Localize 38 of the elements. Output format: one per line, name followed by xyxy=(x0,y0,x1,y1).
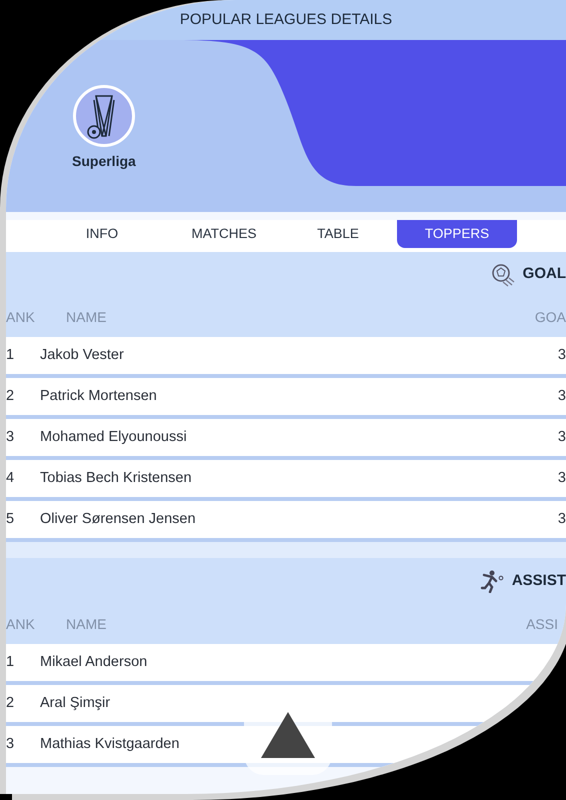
column-header: ANK xyxy=(6,308,36,326)
column-header: ANK xyxy=(6,614,36,634)
rank-cell-text: 3 xyxy=(6,734,16,754)
column-header: GOA xyxy=(534,308,566,326)
ball-icon xyxy=(490,262,515,286)
column-header: NAME xyxy=(66,614,108,634)
rank-cell-text: 1 xyxy=(6,346,16,365)
section-title: GOAL xyxy=(522,264,566,284)
section-title: ASSIST xyxy=(512,570,566,591)
triangle-icon xyxy=(259,710,317,760)
player-name: Mohamed Elyounoussi xyxy=(40,428,188,447)
goals-count: 3 xyxy=(558,346,566,365)
player-name: Oliver Sørensen Jensen xyxy=(40,510,197,529)
column-header: NAME xyxy=(66,308,108,326)
tab[interactable]: TOPPERS xyxy=(397,220,517,248)
goals-count: 3 xyxy=(558,468,566,488)
rank-cell-text: 3 xyxy=(6,428,16,447)
tab[interactable]: MATCHES xyxy=(174,220,274,248)
goals-count: 3 xyxy=(558,510,566,529)
player-name: Patrick Mortensen xyxy=(40,386,158,406)
tab[interactable]: INFO xyxy=(62,220,142,248)
goals-count: 3 xyxy=(558,428,566,447)
column-header: ASSI xyxy=(526,614,558,634)
goals-count: 3 xyxy=(558,386,566,406)
player-name: Mikael Anderson xyxy=(40,652,148,672)
player-name: Jakob Vester xyxy=(40,346,125,365)
rank-cell-text: 4 xyxy=(6,468,16,488)
rank-cell-text: 2 xyxy=(6,386,16,406)
player-name: Tobias Bech Kristensen xyxy=(40,468,193,488)
tab[interactable]: TABLE xyxy=(298,220,378,248)
rank-cell-text: 2 xyxy=(6,694,16,713)
page-title: POPULAR LEAGUES DETAILS xyxy=(180,10,392,30)
player-name: Mathias Kvistgaarden xyxy=(40,734,180,754)
player-name: Aral Şimşir xyxy=(40,694,112,713)
league-name: Superliga xyxy=(72,152,136,171)
rank-cell-text: 1 xyxy=(6,652,16,672)
kicking-player-icon xyxy=(480,569,504,593)
rank-cell-text: 5 xyxy=(6,510,16,529)
